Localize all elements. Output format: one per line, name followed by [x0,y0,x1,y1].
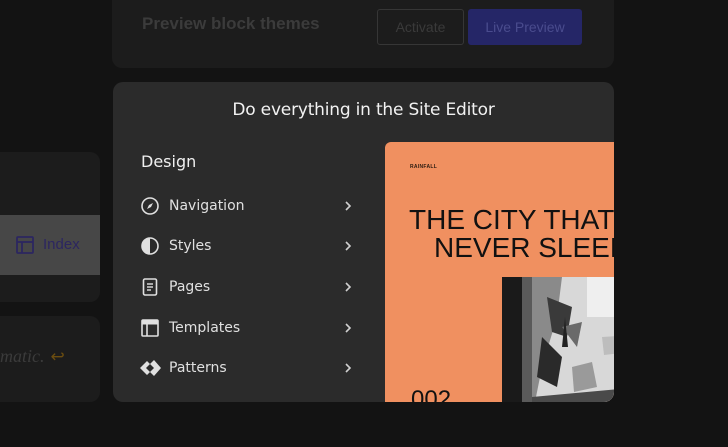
preview-headline-line2: NEVER SLEEP [434,232,614,263]
design-heading: Design [141,152,197,171]
site-editor-modal: Do everything in the Site Editor Design … [113,82,614,402]
preview-brand: RAINFALL [410,164,438,170]
page-icon [139,276,161,298]
chevron-right-icon [345,241,352,251]
menu-item-label: Navigation [169,198,245,214]
preview-headline-line1: THE CITY THAT [409,204,614,235]
menu-item-navigation[interactable]: Navigation [139,191,359,221]
menu-item-label: Templates [169,320,241,336]
preview-photo [502,277,614,402]
preview-number: 002 [411,386,452,402]
theme-preview-image: RAINFALL THE CITY THAT NEVER SLEEP 002 [385,142,614,402]
layout-icon [16,236,34,254]
activate-button[interactable]: Activate [377,9,464,45]
chevron-right-icon [345,363,352,373]
menu-item-label: Patterns [169,360,227,376]
diamond-icon [139,357,161,379]
live-preview-button[interactable]: Live Preview [468,9,582,45]
enter-icon: ↩ [50,347,65,367]
italic-snippet: matic. ↩ [0,346,65,367]
index-label: Index [43,236,80,253]
menu-item-pages[interactable]: Pages [139,272,359,302]
compass-icon [139,195,161,217]
menu-item-patterns[interactable]: Patterns [139,353,359,383]
menu-item-templates[interactable]: Templates [139,313,359,343]
theme-card-title: Preview block themes [142,14,320,33]
modal-title: Do everything in the Site Editor [232,100,495,120]
chevron-right-icon [345,323,352,333]
menu-item-styles[interactable]: Styles [139,231,359,261]
half-circle-icon [139,235,161,257]
menu-item-label: Styles [169,238,212,254]
italic-snippet-text: matic. [0,346,45,366]
chevron-right-icon [345,282,352,292]
index-template-item[interactable]: Index [0,215,100,275]
layout-icon [139,317,161,339]
menu-item-label: Pages [169,279,211,295]
chevron-right-icon [345,201,352,211]
